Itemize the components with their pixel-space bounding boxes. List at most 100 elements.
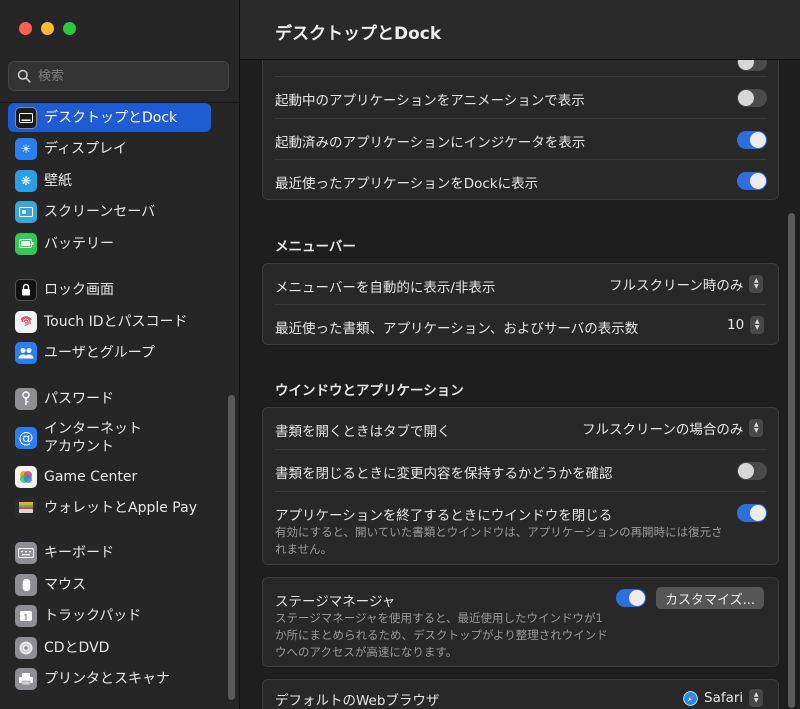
show-recent-apps-row: 最近使ったアプリケーションをDockに表示 [263, 160, 778, 201]
close-window-button[interactable] [19, 22, 32, 35]
sidebar-item-label: ディスプレイ [44, 140, 128, 157]
sidebar-item-label-line2: アカウント [44, 439, 114, 455]
sidebar-item-label: トラックパッド [44, 607, 142, 624]
stage-manager-row: ステージマネージャ カスタマイズ... ステージマネージャを使用すると、最近使用… [263, 578, 778, 668]
sidebar-scrollbar[interactable] [228, 395, 235, 700]
show-recent-apps-toggle[interactable] [737, 172, 767, 190]
safari-icon [683, 690, 698, 706]
sidebar-item-label: Game Center [44, 468, 138, 485]
recent-items-row: 最近使った書類、アプリケーション、およびサーバの表示数 10 ▲ ▼ [263, 305, 778, 345]
animate-opening-label: 起動中のアプリケーションをアニメーションで表示 [275, 93, 585, 109]
title-bar: デスクトップとDock [240, 0, 800, 60]
search-field[interactable] [8, 61, 229, 91]
wallet-icon [15, 496, 37, 519]
stage-manager-customize-button[interactable]: カスタマイズ... [656, 587, 765, 609]
desktop-dock-icon [15, 106, 37, 129]
key-icon [15, 387, 37, 410]
stage-manager-toggle[interactable] [616, 589, 646, 607]
windows-heading: ウインドウとアプリケーション [275, 383, 464, 399]
search-icon [17, 69, 31, 83]
menubar-settings-group: メニューバーを自動的に表示/非表示 フルスクリーン時のみ ▲ ▼ 最近使った書類、… [262, 263, 779, 345]
show-indicators-label: 起動済みのアプリケーションにインジケータを表示 [275, 135, 586, 151]
battery-icon [15, 232, 37, 255]
ask-keep-changes-toggle[interactable] [737, 462, 767, 480]
keyboard-icon [15, 541, 37, 564]
main-pane: 起動中のアプリケーションをアニメーションで表示 起動済みのアプリケーションにイン… [240, 0, 800, 709]
sidebar-item-wallet[interactable]: ウォレットとApple Pay [8, 493, 211, 522]
sidebar-item-lock-screen[interactable]: ロック画面 [8, 275, 211, 304]
show-indicators-row: 起動済みのアプリケーションにインジケータを表示 [263, 119, 778, 160]
prefer-tabs-popup[interactable]: フルスクリーンの場合のみ ▲ ▼ [582, 418, 764, 438]
close-windows-row: アプリケーションを終了するときにウインドウを閉じる 有効にすると、開いていた書類… [263, 492, 778, 565]
sidebar-item-game-center[interactable]: Game Center [8, 462, 211, 491]
sidebar-item-displays[interactable]: ☀ ディスプレイ [8, 134, 211, 163]
close-windows-desc-line1: 有効にすると、開いていた書類とウインドウは、アプリケーションの再開時には復元さ [275, 525, 723, 539]
chevron-up-down-icon: ▲ ▼ [750, 316, 765, 334]
default-browser-popup[interactable]: Safari ▲ ▼ [683, 688, 764, 708]
sidebar-item-battery[interactable]: バッテリー [8, 229, 211, 258]
sidebar-item-label: Touch IDとパスコード [44, 313, 188, 330]
sidebar-item-label: インターネット アカウント [44, 420, 142, 456]
window-controls [19, 22, 76, 35]
default-browser-row: デフォルトのWebブラウザ Safari ▲ ▼ [263, 680, 778, 709]
recent-items-value: 10 [727, 317, 745, 333]
prefer-tabs-value: フルスクリーンの場合のみ [582, 422, 744, 438]
sidebar-item-users-groups[interactable]: ユーザとグループ [8, 338, 211, 367]
recent-items-popup[interactable]: 10 ▲ ▼ [727, 315, 765, 335]
animate-opening-toggle[interactable] [737, 89, 767, 107]
chevron-up-down-icon: ▲ ▼ [749, 275, 764, 293]
mouse-icon [15, 573, 37, 596]
sidebar-item-printers-scanners[interactable]: プリンタとスキャナ [8, 664, 211, 693]
sidebar-item-internet-accounts[interactable]: @ インターネット アカウント [8, 419, 211, 457]
sidebar-item-label: マウス [44, 576, 86, 593]
stage-manager-group: ステージマネージャ カスタマイズ... ステージマネージャを使用すると、最近使用… [262, 577, 779, 667]
stage-desc-line1: ステージマネージャを使用すると、最近使用したウインドウが1 [275, 611, 603, 625]
menubar-heading: メニューバー [275, 239, 356, 255]
minimize-window-button[interactable] [41, 22, 54, 35]
close-windows-label: アプリケーションを終了するときにウインドウを閉じる [275, 508, 613, 524]
sidebar-item-passwords[interactable]: パスワード [8, 384, 211, 413]
sidebar-item-mouse[interactable]: マウス [8, 570, 211, 599]
sidebar-item-touch-id[interactable]: Touch IDとパスコード [8, 307, 211, 336]
sidebar-item-wallpaper[interactable]: ❋ 壁紙 [8, 166, 211, 195]
show-indicators-toggle[interactable] [737, 131, 767, 149]
chevron-up-down-icon: ▲ ▼ [749, 689, 764, 707]
zoom-window-button[interactable] [63, 22, 76, 35]
sidebar-item-label: パスワード [44, 390, 114, 407]
close-windows-toggle[interactable] [737, 504, 767, 522]
screensaver-icon [15, 200, 37, 223]
sidebar-item-label: CDとDVD [44, 639, 110, 656]
page-title: デスクトップとDock [275, 24, 442, 44]
default-browser-label: デフォルトのWebブラウザ [275, 693, 440, 709]
stage-manager-label: ステージマネージャ [275, 594, 396, 610]
chevron-up-down-icon: ▲ ▼ [749, 419, 764, 437]
stage-manager-description: ステージマネージャを使用すると、最近使用したウインドウが1 か所にまとめられるた… [275, 610, 608, 661]
sidebar-item-label: ウォレットとApple Pay [44, 499, 197, 516]
menubar-autohide-value: フルスクリーン時のみ [609, 278, 744, 294]
sidebar-item-trackpad[interactable]: トラックパッド [8, 601, 211, 630]
sidebar-item-label: デスクトップとDock [44, 109, 178, 126]
users-icon [15, 341, 37, 364]
sidebar-item-label-line1: インターネット [44, 421, 142, 437]
game-center-icon [15, 465, 37, 488]
sidebar-item-cd-dvd[interactable]: CDとDVD [8, 633, 211, 662]
sidebar-item-desktop-dock[interactable]: デスクトップとDock [8, 103, 211, 132]
search-input[interactable] [38, 68, 218, 84]
stage-desc-line2: か所にまとめられるため、デスクトップがより整理されウインド [275, 628, 608, 642]
default-browser-value: Safari [704, 690, 744, 706]
menubar-autohide-popup[interactable]: フルスクリーン時のみ ▲ ▼ [609, 274, 764, 294]
sidebar-item-label: バッテリー [44, 235, 114, 252]
sidebar-item-label: ロック画面 [44, 281, 114, 298]
stage-desc-line3: ウへのアクセスが高速になります。 [275, 645, 458, 659]
printer-icon [15, 667, 37, 690]
main-scrollbar[interactable] [788, 213, 795, 708]
sidebar-item-screensaver[interactable]: スクリーンセーバ [8, 197, 211, 226]
sidebar: デスクトップとDock ☀ ディスプレイ ❋ 壁紙 スクリーンセーバ バッテリー… [0, 0, 240, 709]
sidebar-item-label: キーボード [44, 544, 114, 561]
sidebar-item-label: プリンタとスキャナ [44, 670, 170, 687]
sidebar-item-label: 壁紙 [44, 172, 72, 189]
sidebar-item-keyboard[interactable]: キーボード [8, 538, 211, 567]
menubar-autohide-row: メニューバーを自動的に表示/非表示 フルスクリーン時のみ ▲ ▼ [263, 264, 778, 304]
prefer-tabs-label: 書類を開くときはタブで開く [275, 424, 451, 440]
sidebar-item-label: スクリーンセーバ [44, 203, 156, 220]
